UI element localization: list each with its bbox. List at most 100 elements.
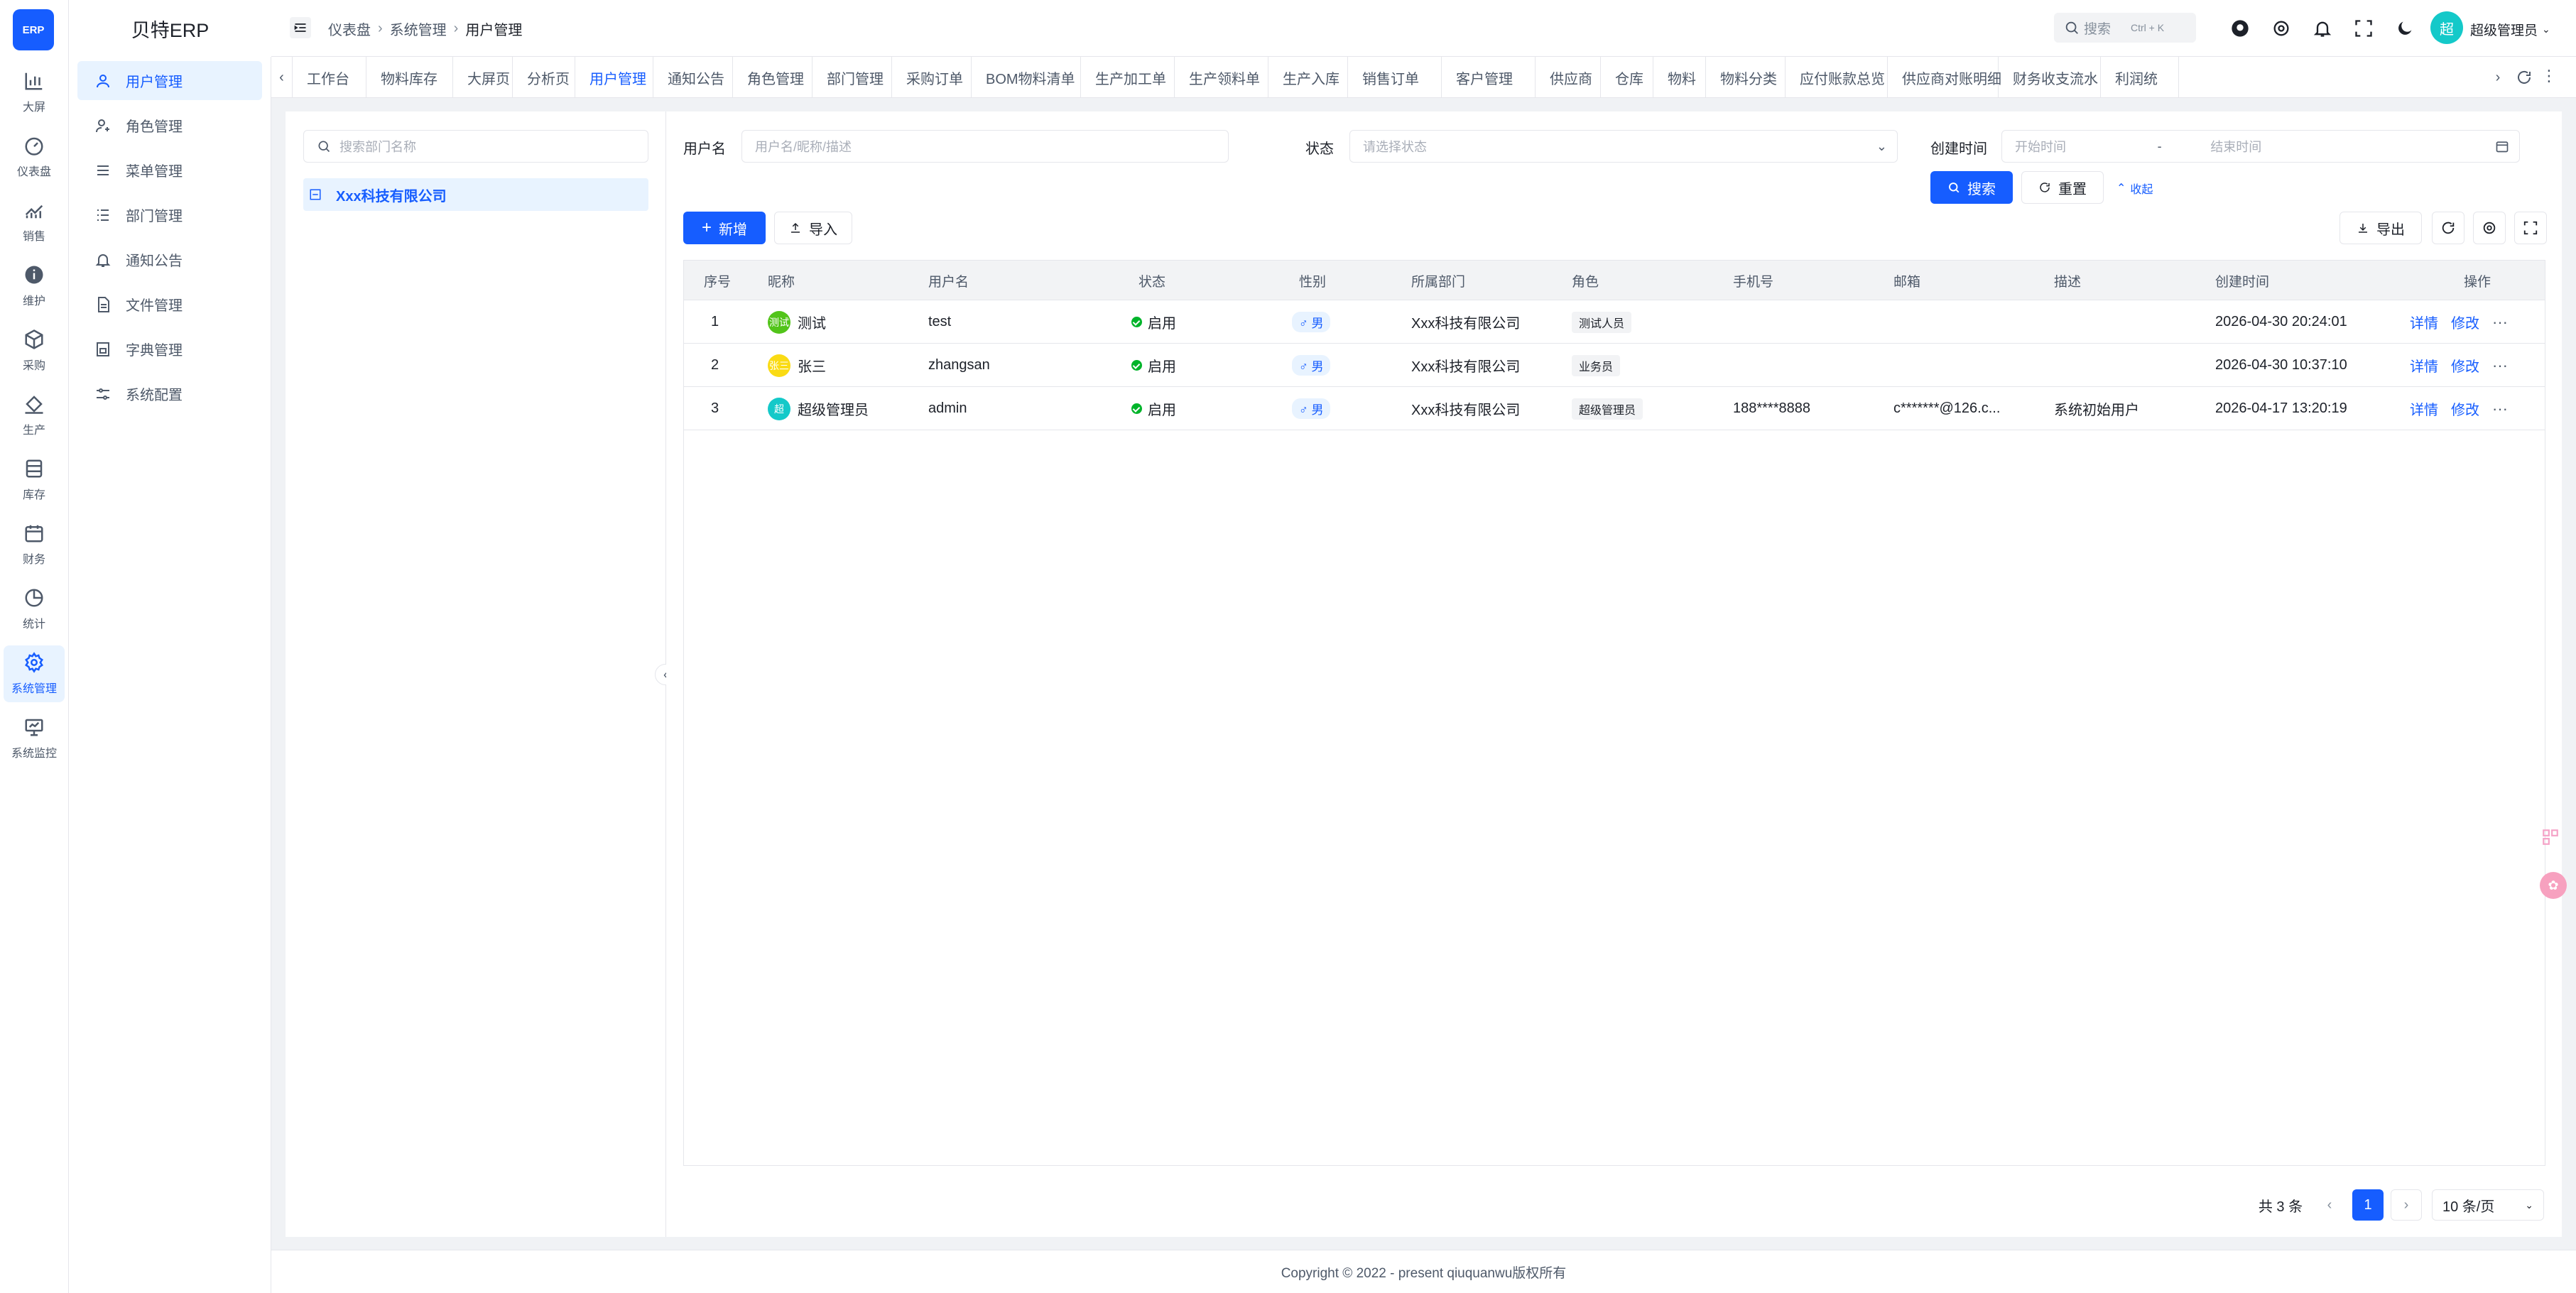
- edit-link[interactable]: 修改: [2451, 355, 2479, 376]
- tab-item[interactable]: 财务收支流水: [1999, 57, 2101, 97]
- rail-item-maintain[interactable]: 维护: [4, 258, 65, 315]
- table-row[interactable]: 2 张三 张三 zhangsan 启用 ♂ 男 Xxx科技有限公司 业务员 2026-04-30…: [684, 344, 2545, 387]
- pagination-prev[interactable]: ‹: [2314, 1189, 2345, 1221]
- rail-item-production[interactable]: 生产: [4, 387, 65, 444]
- submenu-item-users[interactable]: 用户管理: [77, 61, 262, 100]
- tab-scroll-left-icon[interactable]: ‹: [271, 57, 293, 97]
- submenu-item-roles[interactable]: 角色管理: [77, 106, 262, 145]
- submenu-item-dicts[interactable]: 字典管理: [77, 329, 262, 369]
- github-icon[interactable]: [2230, 18, 2250, 38]
- tab-scroll-right-icon[interactable]: ›: [2487, 57, 2509, 97]
- tab-item[interactable]: 销售订单: [1348, 57, 1442, 97]
- detail-link[interactable]: 详情: [2410, 355, 2438, 376]
- tab-item[interactable]: 部门管理: [813, 57, 892, 97]
- refresh-table-button[interactable]: [2432, 212, 2464, 244]
- breadcrumb-item[interactable]: 仪表盘: [328, 18, 371, 39]
- fullscreen-table-button[interactable]: [2514, 212, 2547, 244]
- rail-item-inventory[interactable]: 库存: [4, 452, 65, 508]
- start-date-placeholder[interactable]: 开始时间: [2015, 137, 2066, 156]
- reset-button[interactable]: 重置: [2021, 171, 2104, 204]
- fullscreen-icon[interactable]: [2354, 18, 2374, 38]
- rail-label: 库存: [22, 489, 45, 501]
- status-select[interactable]: 请选择状态 ⌄: [1349, 130, 1898, 163]
- rail-item-sales[interactable]: 销售: [4, 193, 65, 250]
- rail-item-dashboard[interactable]: 仪表盘: [4, 129, 65, 185]
- refresh-icon[interactable]: [2516, 69, 2533, 86]
- collapse-filters-button[interactable]: ⌃ 收起: [2116, 180, 2153, 197]
- detail-link[interactable]: 详情: [2410, 398, 2438, 419]
- global-search[interactable]: 搜索 Ctrl + K: [2054, 13, 2196, 43]
- rail-item-finance[interactable]: 财务: [4, 516, 65, 573]
- created-date-range[interactable]: 开始时间 - 结束时间: [2001, 130, 2520, 163]
- add-user-button[interactable]: + 新增: [683, 212, 766, 244]
- column-settings-button[interactable]: [2473, 212, 2506, 244]
- tab-item[interactable]: 用户管理: [575, 57, 653, 97]
- more-actions-icon[interactable]: ···: [2492, 356, 2508, 375]
- user-avatar[interactable]: 超: [2430, 11, 2463, 44]
- page-size-select[interactable]: 10 条/页 ⌄: [2432, 1189, 2544, 1221]
- rail-item-system[interactable]: 系统管理: [4, 645, 65, 702]
- cell-username: admin: [928, 400, 967, 416]
- more-actions-icon[interactable]: ···: [2492, 400, 2508, 418]
- tab-item[interactable]: 角色管理: [733, 57, 813, 97]
- more-vertical-icon[interactable]: ⋮: [2541, 67, 2557, 85]
- tab-item[interactable]: 生产领料单: [1175, 57, 1268, 97]
- rail-item-monitor[interactable]: 系统监控: [4, 710, 65, 767]
- tab-item[interactable]: 工作台: [293, 57, 366, 97]
- tab-item[interactable]: 应付账款总览: [1786, 57, 1888, 97]
- date-range-separator: -: [2157, 138, 2162, 153]
- column-header: 操作: [2464, 274, 2491, 290]
- tab-item[interactable]: 生产入库: [1268, 57, 1348, 97]
- tab-item[interactable]: 采购订单: [892, 57, 972, 97]
- settings-icon[interactable]: [2271, 18, 2291, 38]
- notification-bell-icon[interactable]: [2313, 18, 2332, 38]
- tab-item[interactable]: 供应商对账明细: [1888, 57, 2001, 97]
- breadcrumb-item[interactable]: 系统管理: [390, 18, 447, 39]
- import-button[interactable]: 导入: [774, 212, 852, 244]
- tab-item[interactable]: 通知公告: [653, 57, 733, 97]
- dept-search-input[interactable]: 搜索部门名称: [303, 130, 648, 163]
- username-filter-input[interactable]: 用户名/昵称/描述: [741, 130, 1229, 163]
- floating-app-icon[interactable]: [2541, 828, 2560, 846]
- floating-assistant-icon[interactable]: ✿: [2540, 872, 2567, 899]
- rail-label: 仪表盘: [16, 166, 51, 178]
- table-row[interactable]: 1 测试 测试 test 启用 ♂ 男 Xxx科技有限公司 测试人员 2026-04-30 20…: [684, 300, 2545, 344]
- tab-item[interactable]: BOM物料清单: [972, 57, 1081, 97]
- export-button[interactable]: 导出: [2339, 212, 2422, 244]
- more-actions-icon[interactable]: ···: [2492, 313, 2508, 332]
- fullscreen-icon: [2523, 221, 2538, 235]
- submenu-item-menus[interactable]: 菜单管理: [77, 151, 262, 190]
- submenu-item-depts[interactable]: 部门管理: [77, 195, 262, 234]
- tab-item[interactable]: 客户管理: [1442, 57, 1536, 97]
- rail-item-statistics[interactable]: 统计: [4, 581, 65, 638]
- submenu-item-config[interactable]: 系统配置: [77, 374, 262, 413]
- tab-item[interactable]: 大屏页: [453, 57, 513, 97]
- end-date-placeholder[interactable]: 结束时间: [2210, 137, 2261, 156]
- user-menu[interactable]: 超级管理员 ⌄: [2470, 20, 2550, 39]
- dept-tree-node[interactable]: Xxx科技有限公司: [303, 178, 648, 211]
- tab-item[interactable]: 分析页: [513, 57, 575, 97]
- edit-link[interactable]: 修改: [2451, 312, 2479, 332]
- submenu-item-notices[interactable]: 通知公告: [77, 240, 262, 279]
- edit-link[interactable]: 修改: [2451, 398, 2479, 419]
- dark-mode-icon[interactable]: [2395, 18, 2415, 38]
- table-row[interactable]: 3 超超级管理员 admin 启用 ♂ 男 Xxx科技有限公司 超级管理员 188****88…: [684, 387, 2545, 430]
- pagination-page[interactable]: 1: [2352, 1189, 2384, 1221]
- pagination-next[interactable]: ›: [2391, 1189, 2422, 1221]
- tab-item[interactable]: 仓库: [1601, 57, 1653, 97]
- tab-item[interactable]: 物料: [1653, 57, 1706, 97]
- app-logo[interactable]: ERP: [13, 9, 54, 50]
- rail-label: 财务: [22, 554, 45, 566]
- tab-item[interactable]: 生产加工单: [1081, 57, 1175, 97]
- tab-item[interactable]: 物料分类: [1706, 57, 1786, 97]
- rail-item-purchase[interactable]: 采购: [4, 322, 65, 379]
- cell-dept: Xxx科技有限公司: [1411, 359, 1521, 375]
- rail-item-bigscreen[interactable]: 大屏: [4, 64, 65, 121]
- detail-link[interactable]: 详情: [2410, 312, 2438, 332]
- tab-item[interactable]: 利润统: [2101, 57, 2179, 97]
- tab-item[interactable]: 供应商: [1536, 57, 1601, 97]
- menu-fold-button[interactable]: [290, 17, 311, 38]
- submenu-item-files[interactable]: 文件管理: [77, 285, 262, 324]
- tab-item[interactable]: 物料库存: [366, 57, 453, 97]
- search-button[interactable]: 搜索: [1930, 171, 2013, 204]
